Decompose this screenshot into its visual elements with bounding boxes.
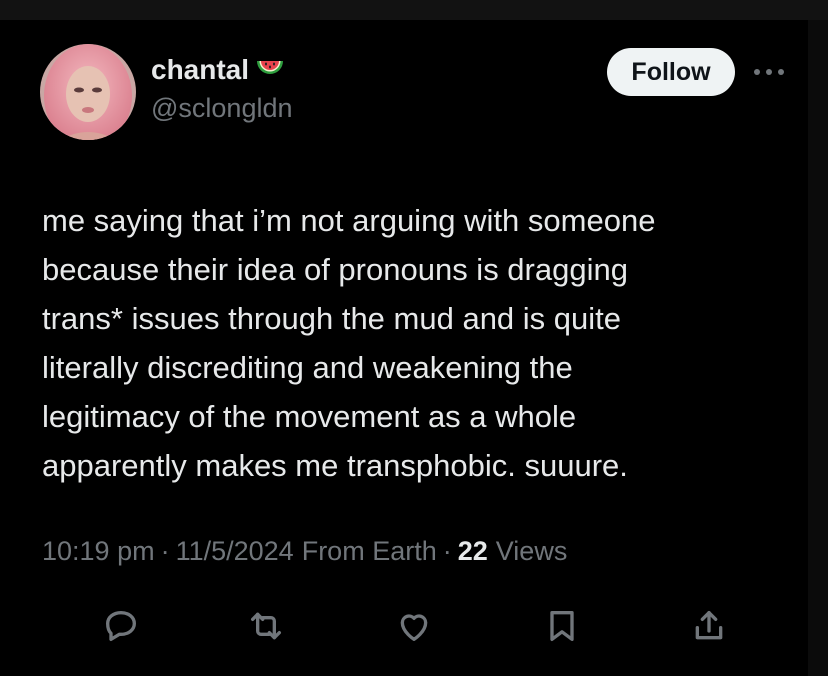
tweet-meta: 10:19 pm · 11/5/2024 From Earth · 22 Vie… [42,536,567,567]
display-name-text: chantal [151,54,250,85]
tweet-time[interactable]: 10:19 pm [42,536,155,567]
top-bar [0,0,828,20]
views-label: Views [495,536,568,566]
meta-separator: · [160,536,170,566]
reply-icon[interactable] [99,604,143,648]
views-count: 22 [457,536,488,566]
tweet-source: From Earth [301,536,437,566]
scrollbar[interactable] [808,20,828,676]
like-icon[interactable] [392,604,436,648]
meta-separator: · [442,536,452,566]
retweet-icon[interactable] [244,604,288,648]
follow-button[interactable]: Follow [607,48,735,96]
action-bar [0,604,828,648]
more-dots-icon[interactable] [752,60,786,84]
watermelon-icon [255,54,285,86]
share-icon[interactable] [687,604,731,648]
avatar[interactable] [40,44,136,140]
tweet-text: me saying that i’m not arguing with some… [42,203,656,483]
user-handle[interactable]: @sclongldn [151,93,293,124]
tweet-date[interactable]: 11/5/2024 [176,536,294,567]
bookmark-icon[interactable] [540,604,584,648]
display-name[interactable]: chantal [151,54,285,86]
